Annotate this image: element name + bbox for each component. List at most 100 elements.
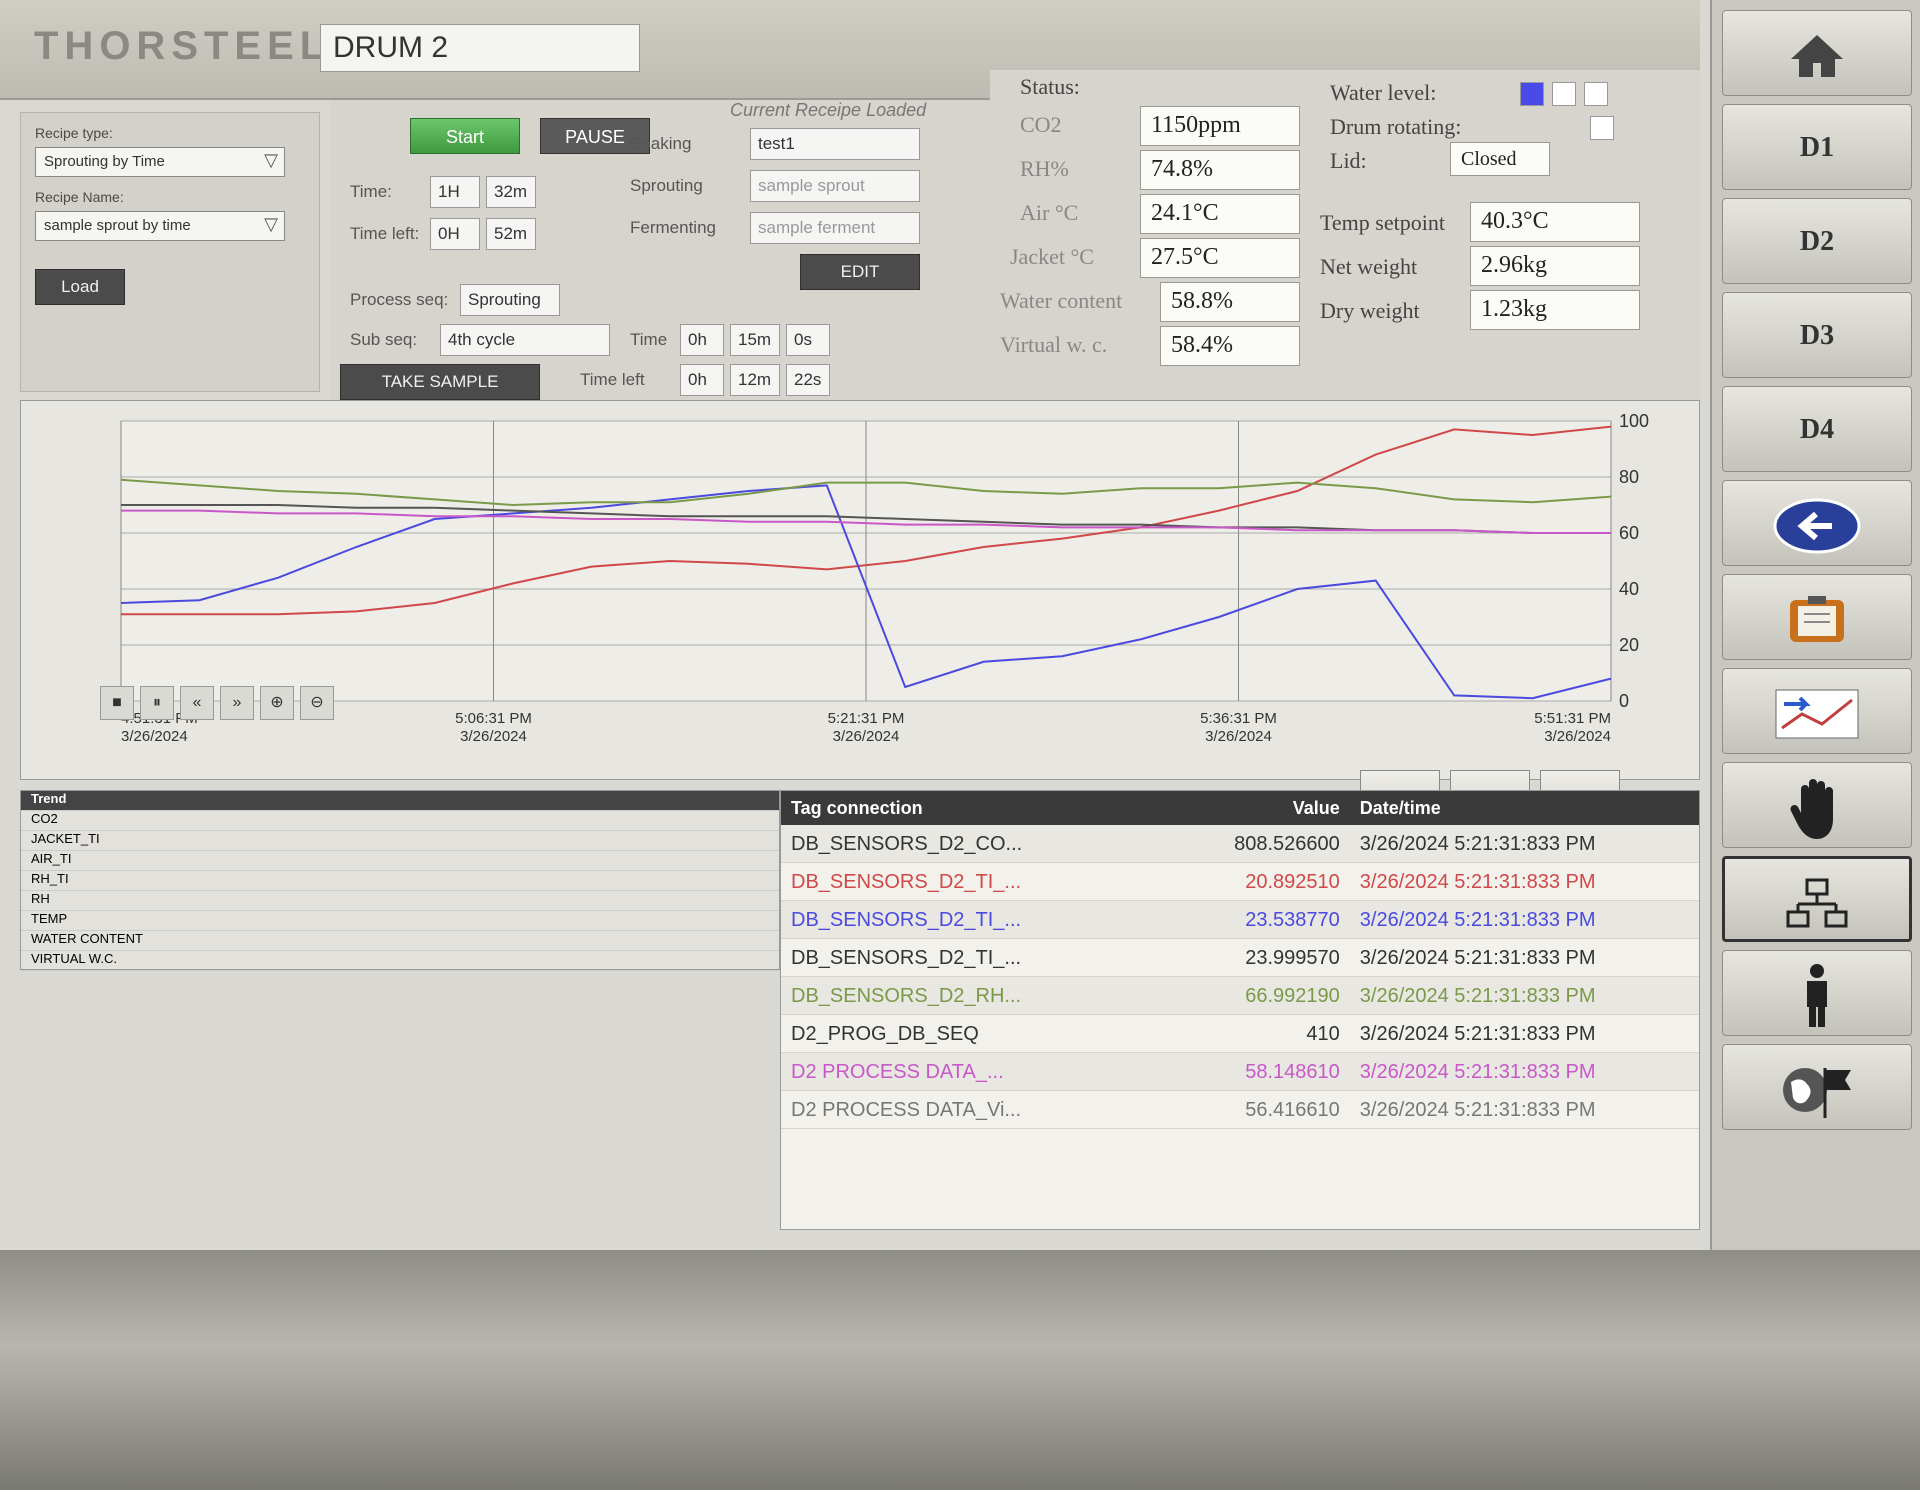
manual-button[interactable] <box>1722 762 1912 848</box>
recipe-name-select[interactable]: sample sprout by time ▽ <box>35 211 285 241</box>
zoom-in-button[interactable]: ⊕ <box>260 686 294 720</box>
zoom-out-button[interactable]: ⊖ <box>300 686 334 720</box>
table-row[interactable]: D2 PROCESS DATA_Vi... 56.416610 3/26/2024 … <box>781 1091 1699 1129</box>
table-row[interactable]: DB_SENSORS_D2_CO... 808.526600 3/26/2024 5… <box>781 825 1699 863</box>
y-tick-label: 80 <box>1619 467 1639 487</box>
soaking-value: test1 <box>750 128 920 160</box>
nav-d2-button[interactable]: D2 <box>1722 198 1912 284</box>
y-tick-label: 0 <box>1619 691 1629 711</box>
cell-value: 58.148610 <box>1245 1061 1340 1083</box>
status-panel: Status: CO2 1150ppm RH% 74.8% Air °C 24.… <box>990 70 1700 400</box>
trend-chart-svg: 0204060801004:51:31 PM3/26/20245:06:31 P… <box>120 411 1649 745</box>
x-tick-date: 3/26/2024 <box>1205 728 1272 745</box>
user-button[interactable] <box>1722 950 1912 1036</box>
legend-row[interactable]: AIR_TI <box>21 851 779 871</box>
legend-row[interactable]: CO2 <box>21 811 779 831</box>
thorsteel-logo: THORSTEEL <box>34 24 331 68</box>
pause-trend-button[interactable]: ⏸ <box>140 686 174 720</box>
start-button[interactable]: Start <box>410 118 520 154</box>
rewind-button[interactable]: « <box>180 686 214 720</box>
trend-button[interactable] <box>1722 668 1912 754</box>
sub-seq-value: 4th cycle <box>440 324 610 356</box>
y-tick-label: 60 <box>1619 523 1639 543</box>
table-header: Tag connection Value Date/time <box>781 791 1699 825</box>
time-left-hours: 0H <box>430 218 480 250</box>
table-row[interactable]: DB_SENSORS_D2_TI_... 20.892510 3/26/2024 5… <box>781 863 1699 901</box>
water-level-segment <box>1520 82 1544 106</box>
cell-value: 23.538770 <box>1245 909 1340 931</box>
stop-button[interactable]: ■ <box>100 686 134 720</box>
legend-row[interactable]: RH_TI <box>21 871 779 891</box>
x-tick-date: 3/26/2024 <box>121 728 188 745</box>
clipboard-icon <box>1790 595 1844 642</box>
recipe-type-select[interactable]: Sprouting by Time ▽ <box>35 147 285 177</box>
cell-date: 3/26/2024 5:21:31:833 PM <box>1359 1023 1596 1045</box>
temp-setpoint-value[interactable]: 40.3°C <box>1470 202 1640 242</box>
trend-value-table: Tag connection Value Date/time DB_SENSOR… <box>780 790 1700 1230</box>
sub-time-left-label: Time left <box>580 370 645 389</box>
x-tick-date: 3/26/2024 <box>1544 728 1611 745</box>
jacket-temp-label: Jacket °C <box>1010 244 1094 269</box>
x-tick-time: 5:21:31 PM <box>828 710 905 727</box>
process-panel: Start PAUSE Time: 1H 32m Time left: 0H 5… <box>330 100 990 400</box>
co2-value: 1150ppm <box>1140 106 1300 146</box>
drum-title: DRUM 2 <box>320 24 640 72</box>
cell-tag: DB_SENSORS_D2_TI_... <box>791 909 1022 931</box>
water-level-label: Water level: <box>1330 80 1437 105</box>
time-left-minutes: 52m <box>486 218 536 250</box>
nav-d4-button[interactable]: D4 <box>1722 386 1912 472</box>
cell-tag: D2_PROG_DB_SEQ <box>791 1023 979 1045</box>
legend-row[interactable]: WATER CONTENT <box>21 931 779 951</box>
manual-hand-icon <box>1790 778 1833 839</box>
table-body: DB_SENSORS_D2_CO... 808.526600 3/26/2024 5… <box>781 825 1699 1129</box>
table-row[interactable]: D2 PROCESS DATA_... 58.148610 3/26/2024 5:… <box>781 1053 1699 1091</box>
load-button[interactable]: Load <box>35 269 125 305</box>
table-row[interactable]: DB_SENSORS_D2_TI_... 23.999570 3/26/2024 5… <box>781 939 1699 977</box>
network-button[interactable] <box>1722 856 1912 942</box>
cell-value: 808.526600 <box>1234 833 1340 855</box>
water-level-segment <box>1584 82 1608 106</box>
water-level-segment <box>1552 82 1576 106</box>
cell-tag: D2 PROCESS DATA_Vi... <box>791 1099 1022 1121</box>
home-button[interactable] <box>1722 10 1912 96</box>
table-row[interactable]: DB_SENSORS_D2_TI_... 23.538770 3/26/2024 5… <box>781 901 1699 939</box>
forward-button[interactable]: » <box>220 686 254 720</box>
recipe-type-label: Recipe type: <box>35 125 113 141</box>
table-row[interactable]: DB_SENSORS_D2_RH... 66.992190 3/26/2024 5:… <box>781 977 1699 1015</box>
take-sample-button[interactable]: TAKE SAMPLE <box>340 364 540 400</box>
cell-date: 3/26/2024 5:21:31:833 PM <box>1359 909 1596 931</box>
nav-d1-button[interactable]: D1 <box>1722 104 1912 190</box>
net-weight-label: Net weight <box>1320 254 1418 279</box>
legend-row[interactable]: JACKET_TI <box>21 831 779 851</box>
back-button[interactable] <box>1722 480 1912 566</box>
cell-date: 3/26/2024 5:21:31:833 PM <box>1359 947 1596 969</box>
legend-row[interactable]: RH <box>21 891 779 911</box>
cell-tag: DB_SENSORS_D2_TI_... <box>791 947 1022 969</box>
time-hours: 1H <box>430 176 480 208</box>
virtual-wc-label: Virtual w. c. <box>1000 332 1108 357</box>
status-title: Status: <box>1020 74 1080 99</box>
lid-label: Lid: <box>1330 148 1367 173</box>
water-content-label: Water content <box>1000 288 1123 313</box>
cell-date: 3/26/2024 5:21:31:833 PM <box>1359 833 1596 855</box>
legend-row[interactable]: TEMP <box>21 911 779 931</box>
zoom-out-icon: ⊖ <box>310 694 324 711</box>
clipboard-button[interactable] <box>1722 574 1912 660</box>
sub-time-hours: 0h <box>680 324 724 356</box>
forward-icon: » <box>232 694 242 711</box>
recipe-panel: Recipe type: Sprouting by Time ▽ Recipe … <box>20 112 320 392</box>
drum-rotating-indicator <box>1590 116 1614 140</box>
table-row[interactable]: D2_PROG_DB_SEQ 410 3/26/2024 5:21:31:833 P… <box>781 1015 1699 1053</box>
cell-date: 3/26/2024 5:21:31:833 PM <box>1359 1099 1596 1121</box>
cell-tag: DB_SENSORS_D2_RH... <box>791 985 1022 1007</box>
edit-button[interactable]: EDIT <box>800 254 920 290</box>
hmi-screen: THORSTEEL DRUM 2 Recipe type: Sprouting … <box>0 0 1920 1490</box>
nav-d3-button[interactable]: D3 <box>1722 292 1912 378</box>
legend-row[interactable]: VIRTUAL W.C. <box>21 951 779 971</box>
co2-label: CO2 <box>1020 112 1062 137</box>
cell-value: 23.999570 <box>1245 947 1340 969</box>
language-button[interactable] <box>1722 1044 1912 1130</box>
time-label: Time: <box>350 182 392 201</box>
sub-time-left-minutes: 12m <box>730 364 780 396</box>
stop-icon: ■ <box>112 694 122 711</box>
